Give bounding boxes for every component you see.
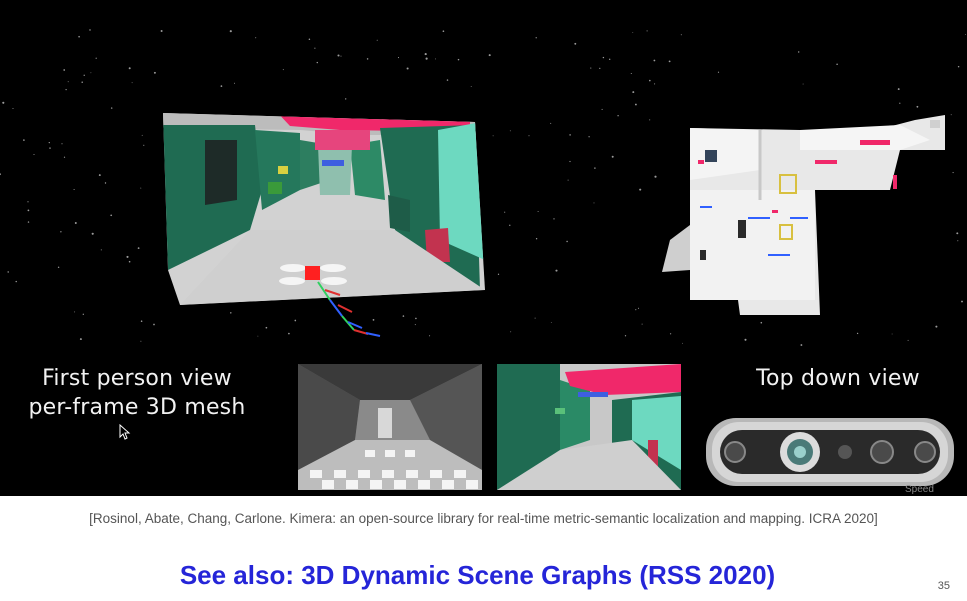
page-number: 35 [937,580,950,592]
mouse-cursor-icon [119,424,131,440]
top-down-view-label: Top down view [756,366,920,391]
citation-text: [Rosinol, Abate, Chang, Carlone. Kimera:… [89,511,878,526]
see-also-link[interactable]: See also: 3D Dynamic Scene Graphs (RSS 2… [0,560,955,591]
corner-overlay-text: Speed [905,484,934,495]
video-frame[interactable]: First person view per-frame 3D mesh Top … [0,0,967,496]
first-person-view-label: First person view per-frame 3D mesh [28,366,246,420]
